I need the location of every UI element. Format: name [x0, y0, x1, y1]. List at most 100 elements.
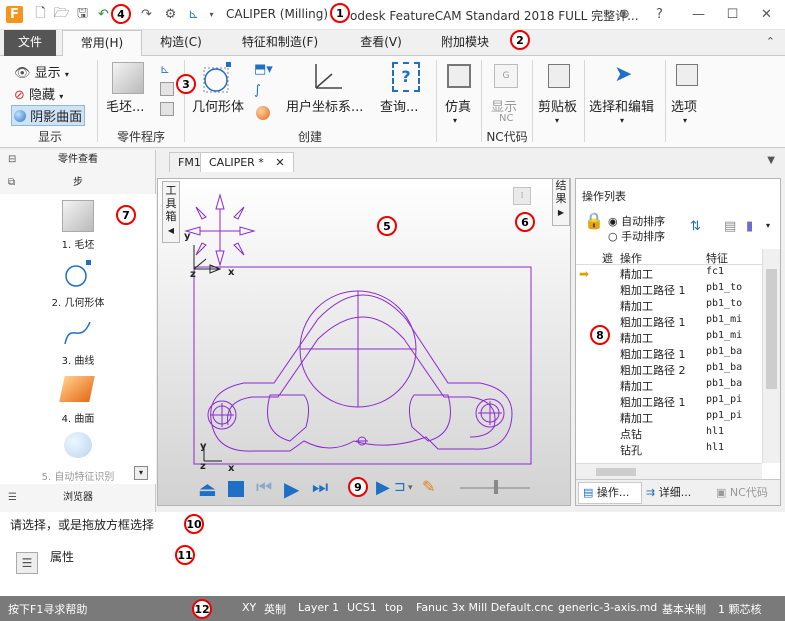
options-dropdown-icon[interactable]: ▾ — [683, 116, 687, 125]
status-view[interactable]: top — [385, 601, 403, 614]
list-icon[interactable]: ▤ — [724, 219, 736, 234]
browser-header[interactable]: ☰ 浏览器 — [0, 489, 156, 507]
steps-more-dropdown-icon[interactable]: ▾ — [134, 466, 148, 480]
tab-operations[interactable]: ▤ 操作... — [578, 482, 642, 504]
select-edit-button[interactable]: 选择和编辑 — [589, 96, 654, 115]
redo-icon[interactable]: ↷ — [138, 6, 155, 23]
next-step-icon[interactable]: ▶ — [376, 477, 390, 498]
afr-step-icon[interactable] — [64, 432, 92, 458]
surface-sphere-icon[interactable] — [256, 106, 270, 120]
app-logo-icon[interactable]: F — [6, 6, 23, 23]
simulate-dropdown-icon[interactable]: ▾ — [453, 116, 457, 125]
step-stock[interactable]: 1. 毛坯 — [0, 236, 156, 251]
sort-options-icon[interactable]: ⇅ — [690, 219, 701, 234]
status-metric[interactable]: 基本米制 — [662, 601, 706, 617]
operation-row[interactable]: 精加工 pb1_to — [576, 297, 762, 313]
curve-step-icon[interactable] — [62, 316, 94, 348]
status-ucs[interactable]: UCS1 — [347, 601, 377, 614]
ucs-quick-icon[interactable]: ⊾ — [185, 6, 202, 23]
tab-construct[interactable]: 构造(C) — [150, 30, 212, 56]
part-view-header[interactable]: ⊟ 零件查看 — [0, 151, 156, 169]
ucs-axes-icon[interactable] — [310, 62, 346, 94]
operation-row[interactable]: 精加工 fc1 — [576, 265, 762, 281]
step-options-dropdown-icon[interactable]: ▾ — [408, 483, 413, 493]
show-button[interactable]: 👁 显示 ▾ — [14, 62, 69, 81]
open-folder-icon[interactable]: 🗁 — [53, 6, 70, 23]
step-geometry[interactable]: 2. 几何形体 — [0, 294, 156, 309]
tab-features-manufacturing[interactable]: 特征和制造(F) — [228, 30, 332, 56]
maximize-icon[interactable]: ☐ — [724, 6, 741, 23]
play-icon[interactable]: ▶ — [284, 477, 299, 501]
manual-sort-radio[interactable]: ○ 手动排序 — [608, 228, 665, 244]
operation-row[interactable]: 精加工 pb1_ba — [576, 377, 762, 393]
properties-button[interactable]: 属性 — [50, 548, 74, 565]
tool-icon[interactable]: ▮ — [746, 219, 753, 234]
clear-eraser-icon[interactable]: ✎ — [422, 477, 435, 496]
tab-nc-code[interactable]: ▣ NC代码 — [716, 483, 778, 503]
close-icon[interactable]: ✕ — [758, 6, 775, 23]
tab-file[interactable]: 文件 — [4, 30, 56, 56]
ucs-button[interactable]: 用户坐标系... — [286, 96, 363, 115]
step-curve[interactable]: 3. 曲线 — [0, 352, 156, 367]
step-end-icon[interactable]: ⏭ — [312, 477, 328, 498]
ucs-small-icon[interactable]: ⊾ — [160, 62, 174, 76]
operations-vscroll-thumb[interactable] — [766, 269, 777, 389]
geometry-button[interactable]: 几何形体 — [192, 96, 244, 115]
stock-cube-icon[interactable] — [112, 62, 144, 94]
sign-in-icon[interactable]: ⊕ — [616, 6, 633, 23]
doc-tab-close-icon[interactable]: ✕ — [275, 156, 284, 169]
eject-icon[interactable]: ⏏ — [198, 477, 217, 501]
status-layer[interactable]: Layer 1 — [298, 601, 339, 614]
status-machine[interactable]: generic-3-axis.md — [558, 601, 657, 614]
curve-icon[interactable]: ∫ — [254, 83, 261, 98]
tab-details[interactable]: ⇉ 详细... — [646, 483, 712, 503]
surface-step-icon[interactable] — [59, 376, 95, 402]
operation-row[interactable]: 粗加工路径 2 pb1_ba — [576, 361, 762, 377]
options-button[interactable]: 选项 — [671, 96, 697, 115]
options-icon[interactable] — [676, 64, 698, 86]
stop-icon[interactable] — [228, 481, 244, 497]
more-options-dropdown-icon[interactable]: ▾ — [766, 221, 770, 230]
operation-row[interactable]: 粗加工路径 1 pb1_to — [576, 281, 762, 297]
query-button[interactable]: 查询... — [380, 96, 418, 115]
lock-icon[interactable]: 🔒 — [584, 211, 604, 230]
simulate-icon[interactable] — [447, 64, 471, 88]
clipboard-icon[interactable] — [548, 64, 570, 88]
collapse-ribbon-icon[interactable]: ⌃ — [766, 35, 775, 48]
clipboard-dropdown-icon[interactable]: ▾ — [555, 116, 559, 125]
step-auto-feature-recognition[interactable]: 5. 自动特征识别 — [0, 468, 156, 483]
settings-gear-icon[interactable]: ⚙ — [162, 6, 179, 23]
operation-row[interactable]: 精加工 pp1_pi — [576, 409, 762, 425]
geometry-circle-icon[interactable] — [200, 60, 240, 94]
new-file-icon[interactable]: 🗋 — [32, 6, 49, 23]
step-options-icon[interactable]: ⊐ — [394, 479, 406, 495]
rect-select-icon[interactable]: ⬒▾ — [254, 62, 273, 77]
stock-button[interactable]: 毛坯... — [106, 96, 144, 115]
operation-row[interactable]: 粗加工路径 1 pp1_pi — [576, 393, 762, 409]
customize-dropdown-icon[interactable]: ▾ — [203, 6, 220, 23]
steps-header[interactable]: ⧉ 步 — [0, 174, 156, 192]
status-post[interactable]: Fanuc 3x Mill Default.cnc — [416, 601, 553, 614]
doc-tab-caliper[interactable]: CALIPER * ✕ — [200, 152, 294, 172]
doc-tab-menu-icon[interactable]: ▼ — [767, 155, 775, 166]
geometry-step-icon[interactable] — [62, 258, 94, 290]
operations-vertical-scrollbar[interactable] — [762, 249, 780, 463]
help-icon[interactable]: ? — [651, 6, 668, 23]
save-icon[interactable]: 🖫 — [74, 6, 91, 23]
properties-icon[interactable]: ☰ — [16, 552, 38, 574]
tab-home[interactable]: 常用(H) — [62, 30, 142, 57]
tab-addins[interactable]: 附加模块 — [430, 30, 500, 56]
setup-icon[interactable] — [160, 102, 174, 116]
query-icon[interactable]: ? — [392, 62, 420, 92]
operation-row[interactable]: 钻孔 hl1 — [576, 441, 762, 457]
part-icon[interactable] — [160, 82, 174, 96]
status-units[interactable]: 英制 — [264, 601, 286, 617]
clipboard-button[interactable]: 剪贴板 — [538, 96, 577, 115]
rewind-icon[interactable]: ⏮ — [256, 477, 272, 498]
undo-icon[interactable]: ↶ — [95, 6, 112, 23]
tab-view[interactable]: 查看(V) — [350, 30, 412, 56]
operation-row[interactable]: 点钻 hl1 — [576, 425, 762, 441]
speed-slider-thumb[interactable] — [494, 480, 498, 494]
operations-hscroll-thumb[interactable] — [596, 468, 636, 476]
operations-horizontal-scrollbar[interactable] — [576, 463, 762, 479]
